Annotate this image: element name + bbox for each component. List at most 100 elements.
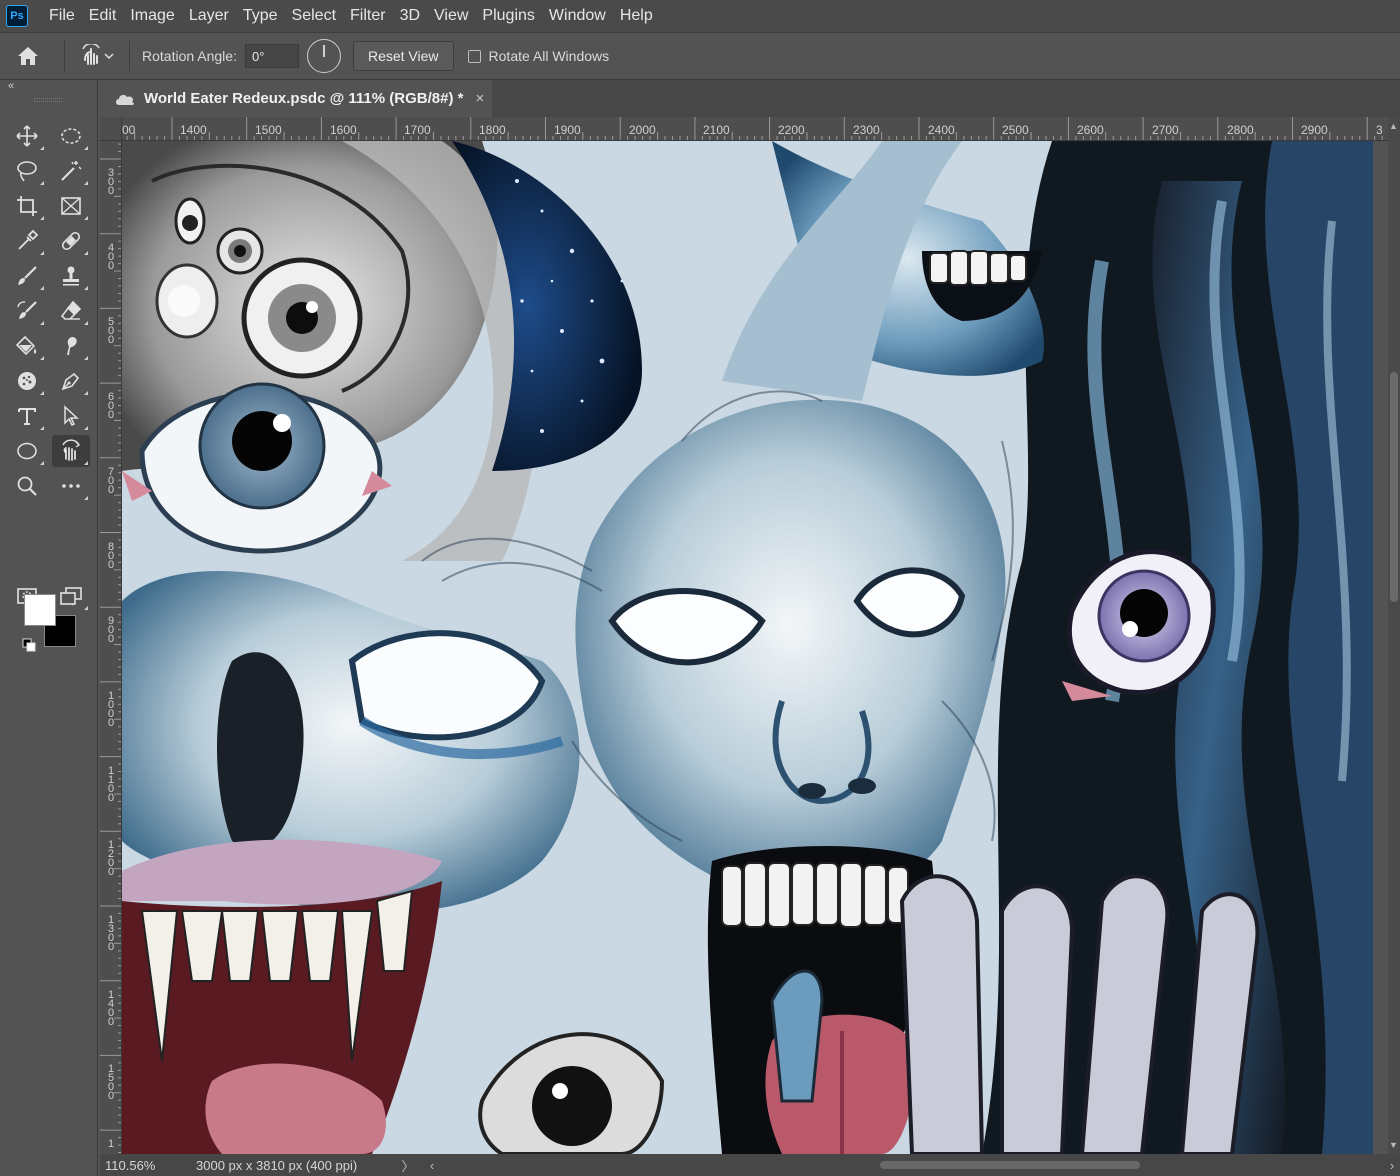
menu-help[interactable]: Help [613,0,660,32]
clone-stamp-tool[interactable] [52,260,90,292]
options-separator [64,41,65,71]
zoom-tool[interactable] [8,470,46,502]
brush-tool[interactable] [8,260,46,292]
rotate-view-icon [82,44,114,65]
collapse-panel-icon[interactable]: « [8,80,14,92]
crop-tool[interactable] [8,190,46,222]
close-tab-icon[interactable]: × [475,90,484,107]
ruler-origin[interactable] [100,117,122,141]
sponge-icon [18,372,36,390]
vertical-ruler[interactable]: 300 400 500 600 700 800 900 1000 1100 1200 1300 140… [100,141,122,1154]
move-icon [16,125,38,147]
marquee-tool[interactable] [52,120,90,152]
move-tool[interactable] [8,120,46,152]
frame-tool[interactable] [52,190,90,222]
pen-tool[interactable] [52,365,90,397]
ruler-label: 1300 [107,914,115,953]
status-menu-arrow[interactable]: 〉 [398,1156,418,1175]
smudge-tool[interactable] [52,330,90,362]
home-button[interactable] [0,36,56,76]
brush-icon [18,266,37,285]
menu-layer[interactable]: Layer [182,0,236,32]
eraser-icon [60,300,82,320]
ruler-label: 1400 [107,988,115,1028]
rotate-all-windows-label[interactable]: Rotate All Windows [489,48,610,64]
ruler-label: 00 [122,123,136,137]
history-brush-icon [17,301,37,319]
zoom-level[interactable]: 110.56% [100,1158,190,1173]
vertical-scrollbar[interactable] [1388,117,1400,1154]
ruler-label: 2100 [703,123,730,137]
default-colors-icon[interactable] [22,638,36,652]
reset-view-button[interactable]: Reset View [352,41,454,71]
menu-file[interactable]: File [42,0,82,32]
ruler-label: 1800 [479,123,506,137]
document-tab[interactable]: World Eater Redeux.psdc @ 111% (RGB/8#) … [100,80,492,117]
edit-toolbar-button[interactable] [52,470,90,502]
ruler-label: 1100 [107,764,115,804]
rotate-view-icon [62,439,81,461]
home-icon [18,47,38,65]
menu-3d[interactable]: 3D [393,0,427,32]
eraser-tool[interactable] [52,295,90,327]
ruler-label: 1000 [107,689,115,729]
eyedropper-tool[interactable] [8,225,46,257]
horizontal-scrollbar[interactable] [440,1159,1384,1171]
rotation-angle-input[interactable] [244,44,299,68]
ruler-label: 1600 [330,123,357,137]
panel-grip[interactable] [34,98,62,102]
foreground-color-swatch[interactable] [24,594,56,626]
ruler-label: 2300 [853,123,880,137]
path-selection-tool[interactable] [52,400,90,432]
horizontal-scrollbar-thumb[interactable] [880,1161,1140,1169]
ellipse-tool[interactable] [8,435,46,467]
rotation-angle-dial[interactable] [306,39,341,73]
ruler-label: 2700 [1152,123,1179,137]
eyedropper-icon [18,229,39,250]
stamp-icon [63,266,79,286]
lasso-tool[interactable] [8,155,46,187]
frame-icon [61,197,81,215]
scroll-left-icon[interactable]: ‹ [424,1158,440,1173]
screen-mode-icon [60,587,82,605]
menu-window[interactable]: Window [542,0,613,32]
menu-view[interactable]: View [427,0,475,32]
menu-select[interactable]: Select [285,0,343,32]
ruler-label: 3 [1376,123,1383,137]
horizontal-ruler-ticks [126,117,1383,140]
menu-edit[interactable]: Edit [82,0,124,32]
smudge-finger-icon [67,337,77,355]
ruler-label: 700 [107,465,115,496]
bandage-icon [61,231,81,251]
screen-mode-button[interactable] [52,580,90,612]
type-tool[interactable] [8,400,46,432]
menu-type[interactable]: Type [236,0,285,32]
paint-bucket-tool[interactable] [8,330,46,362]
ruler-label: 300 [107,167,115,197]
ruler-label: 2900 [1301,123,1328,137]
document-canvas[interactable] [122,141,1373,1154]
blur-sponge-tool[interactable] [8,365,46,397]
menu-filter[interactable]: Filter [343,0,393,32]
ruler-label: 2000 [629,123,656,137]
scroll-up-icon[interactable]: ▲ [1389,121,1398,131]
magic-wand-tool[interactable] [52,155,90,187]
magnifier-icon [17,476,37,496]
menu-image[interactable]: Image [123,0,181,32]
vertical-scrollbar-thumb[interactable] [1390,372,1398,602]
cloud-icon [116,94,134,105]
menu-plugins[interactable]: Plugins [475,0,541,32]
scroll-down-icon[interactable]: ▼ [1389,1140,1398,1150]
scroll-right-icon[interactable]: › [1384,1158,1400,1173]
history-brush-tool[interactable] [8,295,46,327]
ruler-label: 2400 [928,123,955,137]
magic-wand-icon [61,161,82,181]
horizontal-ruler[interactable]: 00 1400 1500 1600 1700 1800 1900 2000 21… [122,117,1388,141]
healing-brush-tool[interactable] [52,225,90,257]
rotate-all-windows-checkbox[interactable] [467,49,481,63]
pen-icon [61,372,80,391]
tool-preset-picker[interactable] [73,36,121,76]
rotate-view-tool[interactable] [52,435,90,467]
ruler-label: 2600 [1077,123,1104,137]
document-title: World Eater Redeux.psdc @ 111% (RGB/8#) … [144,90,464,107]
